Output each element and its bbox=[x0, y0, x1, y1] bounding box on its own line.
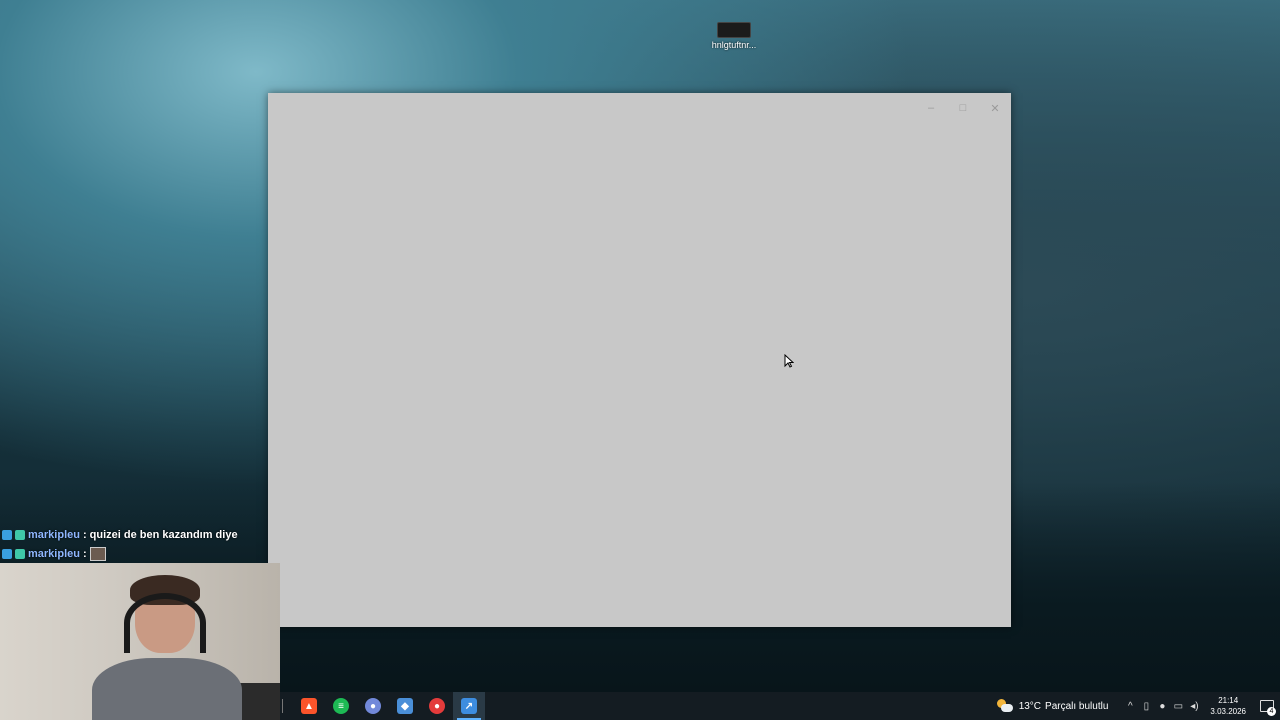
taskbar-app-active[interactable]: ↗ bbox=[453, 692, 485, 720]
taskbar-separator bbox=[282, 699, 283, 713]
minimize-button[interactable]: – bbox=[915, 93, 947, 123]
file-thumbnail-icon bbox=[717, 22, 751, 38]
chat-separator: : bbox=[82, 547, 87, 560]
taskbar-app-red[interactable]: ● bbox=[421, 692, 453, 720]
chat-message: markipleu : bbox=[2, 544, 268, 563]
desktop-file-icon[interactable]: hnlgtuftnr... bbox=[708, 20, 760, 50]
taskbar-brave[interactable]: ▲ bbox=[293, 692, 325, 720]
device-icon[interactable]: ▯ bbox=[1138, 692, 1154, 720]
taskbar-app-blue[interactable]: ◆ bbox=[389, 692, 421, 720]
close-button[interactable]: ✕ bbox=[979, 93, 1011, 123]
taskbar-spotify[interactable]: ≡ bbox=[325, 692, 357, 720]
chat-username: markipleu bbox=[28, 528, 80, 541]
headset-icon bbox=[124, 593, 206, 653]
app-red-icon: ● bbox=[429, 698, 445, 714]
clock[interactable]: 21:14 3.03.2026 bbox=[1210, 695, 1246, 717]
clock-date: 3.03.2026 bbox=[1210, 707, 1246, 716]
chat-message: markipleu : quizei de ben kazandım diye bbox=[2, 525, 268, 544]
taskbar-discord[interactable]: ● bbox=[357, 692, 389, 720]
webcam-overlay bbox=[0, 563, 280, 720]
mouse-cursor-icon bbox=[784, 354, 794, 368]
app-window[interactable]: – □ ✕ bbox=[268, 93, 1011, 627]
app-blue-icon: ◆ bbox=[397, 698, 413, 714]
discord-icon: ● bbox=[365, 698, 381, 714]
microphone-icon[interactable]: ● bbox=[1154, 692, 1170, 720]
system-tray: 13°C Parçalı bulutlu ^ ▯ ● ▭ ◂) 21:14 3.… bbox=[996, 692, 1280, 720]
taskbar: ▲ ≡ ● ◆ ● ↗ 13°C Parçalı bulutlu ^ ▯ ● ▭… bbox=[280, 692, 1280, 720]
brave-icon: ▲ bbox=[301, 698, 317, 714]
subscriber-badge-icon bbox=[15, 529, 25, 540]
partly-cloudy-icon bbox=[996, 699, 1013, 713]
weather-widget[interactable]: 13°C Parçalı bulutlu bbox=[996, 699, 1109, 713]
clock-time: 21:14 bbox=[1218, 696, 1239, 705]
notification-center-button[interactable]: 4 bbox=[1254, 692, 1280, 720]
weather-condition: Parçalı bulutlu bbox=[1045, 700, 1109, 712]
notification-count: 4 bbox=[1267, 707, 1276, 716]
desktop-icon-label: hnlgtuftnr... bbox=[711, 40, 757, 50]
streamer-body bbox=[92, 658, 242, 720]
stream-chat-overlay: markipleu : quizei de ben kazandım diye … bbox=[2, 525, 268, 563]
spotify-icon: ≡ bbox=[333, 698, 349, 714]
prime-badge-icon bbox=[2, 548, 12, 559]
network-icon[interactable]: ▭ bbox=[1170, 692, 1186, 720]
chat-text: quizei de ben kazandım diye bbox=[89, 528, 238, 541]
volume-icon[interactable]: ◂) bbox=[1186, 692, 1202, 720]
paint-app-icon: ↗ bbox=[461, 698, 477, 714]
emote-icon bbox=[89, 546, 106, 561]
prime-badge-icon bbox=[2, 529, 12, 540]
chat-separator: : bbox=[82, 528, 87, 541]
chat-username: markipleu bbox=[28, 547, 80, 560]
chevron-up-icon[interactable]: ^ bbox=[1122, 692, 1138, 720]
window-controls: – □ ✕ bbox=[915, 93, 1011, 123]
subscriber-badge-icon bbox=[15, 548, 25, 559]
weather-temperature: 13°C bbox=[1018, 700, 1042, 712]
maximize-button[interactable]: □ bbox=[947, 93, 979, 123]
